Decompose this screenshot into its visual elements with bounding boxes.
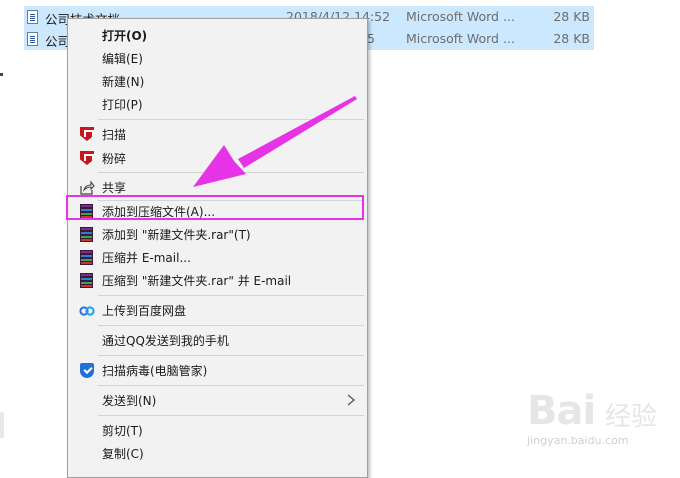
word-document-icon xyxy=(27,10,38,24)
menu-item-label: 打开(O) xyxy=(102,29,148,43)
file-type: Microsoft Word ... xyxy=(406,31,515,46)
menu-item-compress-rar-email[interactable]: 压缩到 "新建文件夹.rar" 并 E-mail xyxy=(70,269,365,291)
menu-item-add-to-rar[interactable]: 添加到 "新建文件夹.rar"(T) xyxy=(70,223,365,245)
word-document-icon xyxy=(27,32,38,46)
watermark-brand: Bai xyxy=(527,388,596,434)
context-menu: 打开(O) 编辑(E) 新建(N) 打印(P) 扫描 粉碎 共享 添加到压缩文件… xyxy=(67,18,368,478)
menu-item-edit[interactable]: 编辑(E) xyxy=(70,47,365,69)
menu-item-label: 通过QQ发送到我的手机 xyxy=(102,334,229,348)
menu-separator xyxy=(98,172,364,173)
menu-separator xyxy=(98,415,364,416)
mcafee-shield-icon xyxy=(80,127,94,141)
watermark-url: jingyan.baidu.com xyxy=(527,434,629,447)
winrar-icon xyxy=(79,227,95,242)
menu-separator xyxy=(98,385,364,386)
file-type: Microsoft Word ... xyxy=(406,9,515,24)
menu-item-print[interactable]: 打印(P) xyxy=(70,93,365,115)
background-mark xyxy=(0,73,3,76)
menu-item-qq-send[interactable]: 通过QQ发送到我的手机 xyxy=(70,329,365,351)
file-size: 28 KB xyxy=(553,9,590,24)
menu-item-cut[interactable]: 剪切(T) xyxy=(70,419,365,441)
menu-item-virus-scan[interactable]: 扫描病毒(电脑管家) xyxy=(70,359,365,381)
menu-item-label: 粉碎 xyxy=(102,152,127,166)
menu-item-scan[interactable]: 扫描 xyxy=(70,123,365,145)
menu-item-label: 压缩到 "新建文件夹.rar" 并 E-mail xyxy=(102,274,292,288)
baidu-jingyan-watermark: Bai 经验 jingyan.baidu.com xyxy=(527,388,677,460)
menu-item-label: 发送到(N) xyxy=(102,394,157,408)
menu-item-copy[interactable]: 复制(C) xyxy=(70,442,365,464)
highlight-box xyxy=(66,195,364,220)
menu-item-shred[interactable]: 粉碎 xyxy=(70,147,365,169)
menu-item-label: 打印(P) xyxy=(102,98,143,112)
menu-item-label: 剪切(T) xyxy=(102,424,143,438)
menu-separator xyxy=(98,119,364,120)
left-pane-edge xyxy=(0,412,4,438)
menu-item-label: 扫描病毒(电脑管家) xyxy=(102,364,208,378)
tencent-shield-icon xyxy=(80,363,94,378)
chevron-right-icon xyxy=(345,393,357,407)
winrar-icon xyxy=(79,250,95,265)
menu-item-label: 压缩并 E-mail... xyxy=(102,251,191,265)
mcafee-shield-icon xyxy=(80,151,94,165)
menu-item-compress-email[interactable]: 压缩并 E-mail... xyxy=(70,246,365,268)
file-size: 28 KB xyxy=(553,31,590,46)
watermark-brand-2: 经验 xyxy=(605,402,658,432)
menu-item-new[interactable]: 新建(N) xyxy=(70,70,365,92)
menu-item-open[interactable]: 打开(O) xyxy=(70,24,365,46)
menu-item-label: 新建(N) xyxy=(102,75,145,89)
menu-separator xyxy=(98,325,364,326)
menu-item-label: 共享 xyxy=(102,181,127,195)
menu-item-send-to[interactable]: 发送到(N) xyxy=(70,389,365,411)
menu-item-label: 上传到百度网盘 xyxy=(102,304,187,318)
menu-separator xyxy=(98,355,364,356)
menu-separator xyxy=(98,295,364,296)
share-icon xyxy=(79,180,95,195)
menu-item-label: 复制(C) xyxy=(102,447,144,461)
menu-item-label: 扫描 xyxy=(102,128,127,142)
menu-item-baidu-upload[interactable]: 上传到百度网盘 xyxy=(70,299,365,321)
winrar-icon xyxy=(79,273,95,288)
menu-item-label: 编辑(E) xyxy=(102,52,143,66)
menu-item-label: 添加到 "新建文件夹.rar"(T) xyxy=(102,228,251,242)
baidu-netdisk-icon xyxy=(79,303,95,318)
